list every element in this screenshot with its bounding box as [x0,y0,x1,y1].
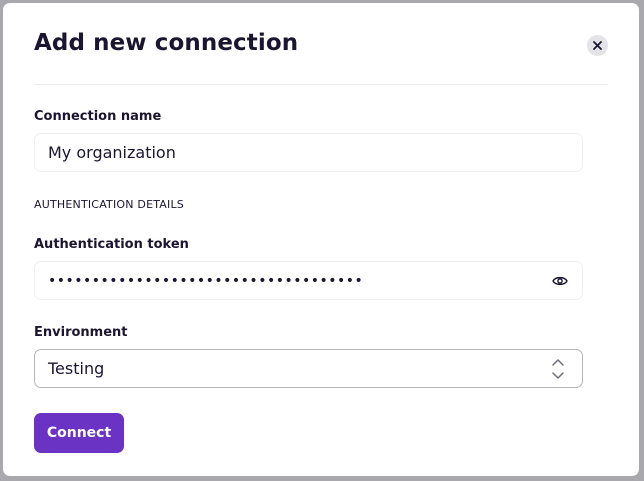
eye-icon[interactable] [552,274,568,288]
environment-label: Environment [34,325,128,340]
close-button[interactable] [587,35,608,56]
auth-section-heading: AUTHENTICATION DETAILS [34,198,184,211]
chevron-up-down-icon [552,359,564,379]
environment-selected-value: Testing [48,359,105,378]
connection-name-label: Connection name [34,109,162,124]
auth-token-label: Authentication token [34,237,189,252]
connect-button[interactable]: Connect [34,413,124,453]
connection-name-value: My organization [48,143,176,162]
header-divider [34,84,608,85]
close-icon [593,41,602,50]
add-connection-dialog: Add new connection Connection name My or… [3,3,639,476]
environment-select[interactable]: Testing [34,349,583,388]
connection-name-input[interactable]: My organization [34,133,583,172]
dialog-title: Add new connection [34,30,299,56]
auth-token-input[interactable]: •••••••••••••••••••••••••••••••••••• [34,261,583,300]
auth-token-masked-value: •••••••••••••••••••••••••••••••••••• [48,272,364,289]
